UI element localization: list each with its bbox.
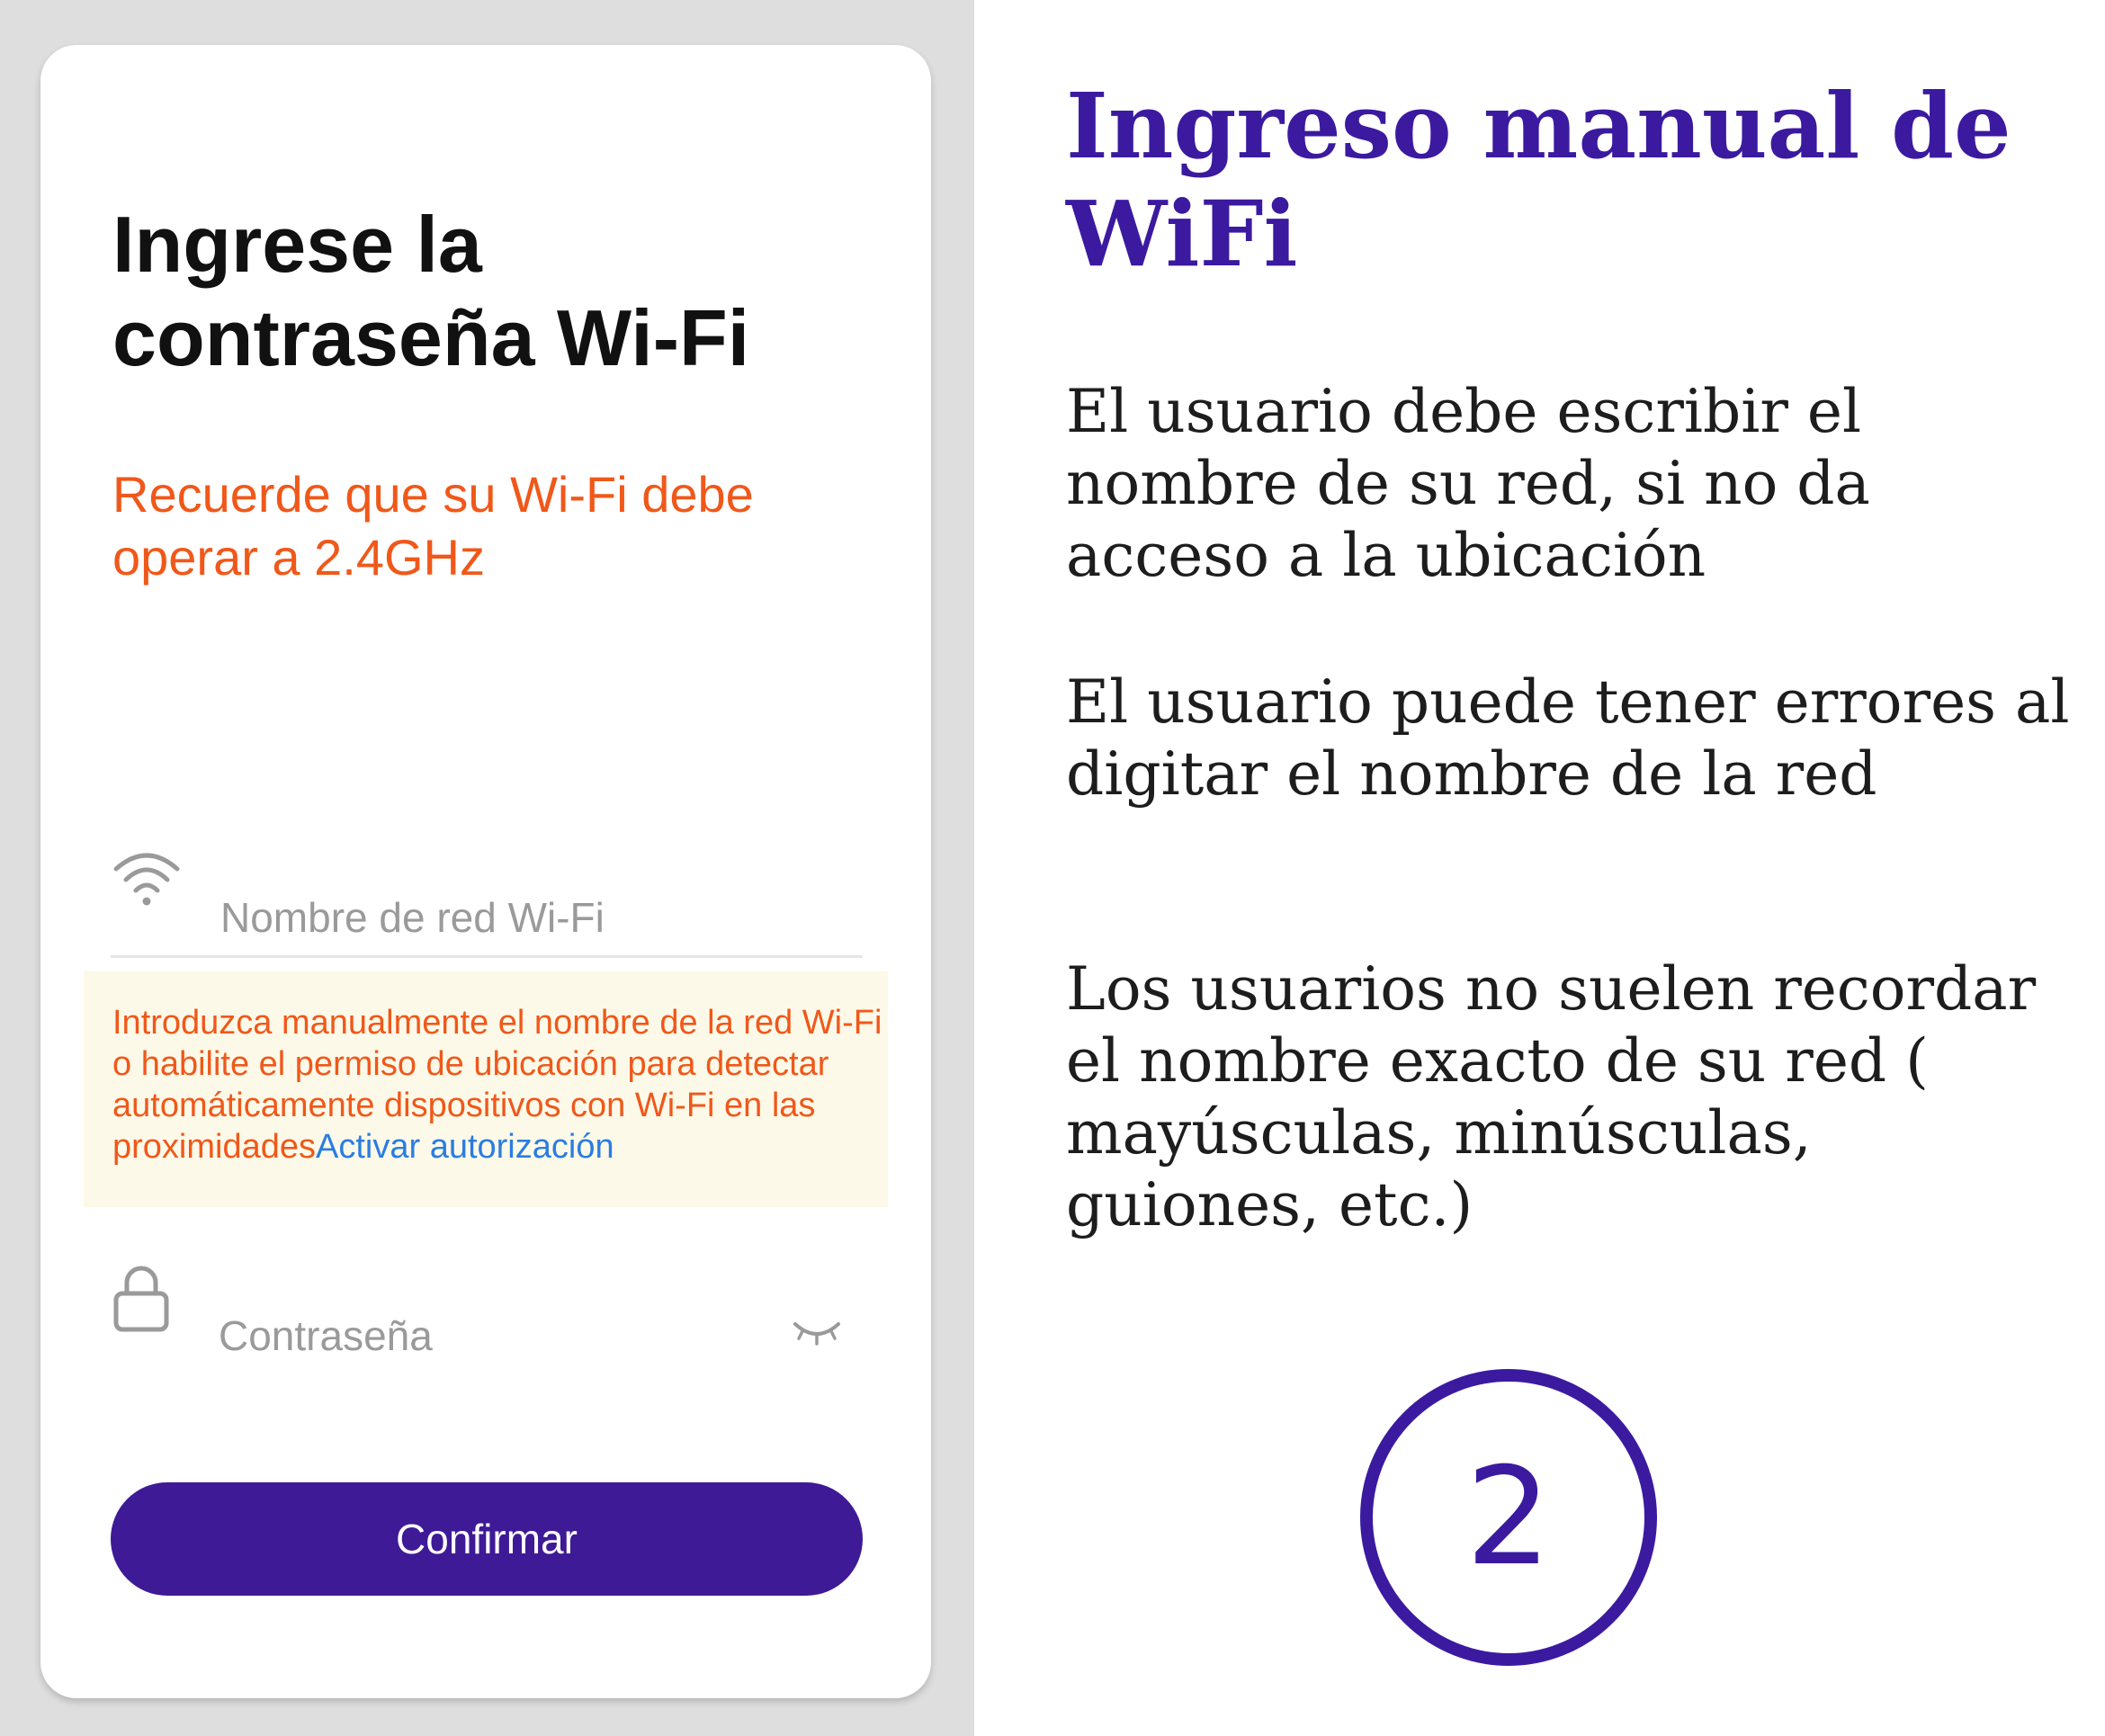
password-input[interactable] [219, 1300, 794, 1372]
annotation-paragraph-1: El usuario debe escribir el nombre de su… [1066, 377, 1870, 590]
wifi-name-input[interactable] [220, 881, 832, 953]
phone-screen: Ingrese la contraseña Wi-Fi Recuerde que… [40, 45, 931, 1698]
wifi-name-underline [111, 955, 863, 958]
page-title: Ingrese la contraseña Wi-Fi [112, 200, 750, 382]
lock-icon [113, 1266, 169, 1332]
wifi-icon [113, 853, 180, 906]
confirm-button[interactable]: Confirmar [111, 1482, 863, 1596]
frequency-warning: Recuerde que su Wi-Fi debe operar a 2.4G… [112, 466, 754, 586]
annotation-paragraph-2: El usuario puede tener errores al digita… [1066, 667, 2070, 809]
annotation-heading: Ingreso manual de WiFi [1066, 73, 2011, 287]
step-number: 2 [1465, 1439, 1552, 1596]
eye-closed-icon[interactable] [792, 1317, 842, 1347]
activate-authorization-link[interactable]: Activar autorización [316, 1128, 614, 1166]
location-notice-text: Introduzca manualmente el nombre de la r… [112, 1002, 886, 1168]
annotation-paragraph-3: Los usuarios no suelen recordar el nombr… [1066, 954, 2037, 1239]
step-number-badge: 2 [1360, 1369, 1657, 1666]
screenshot-panel: Ingrese la contraseña Wi-Fi Recuerde que… [0, 0, 974, 1736]
